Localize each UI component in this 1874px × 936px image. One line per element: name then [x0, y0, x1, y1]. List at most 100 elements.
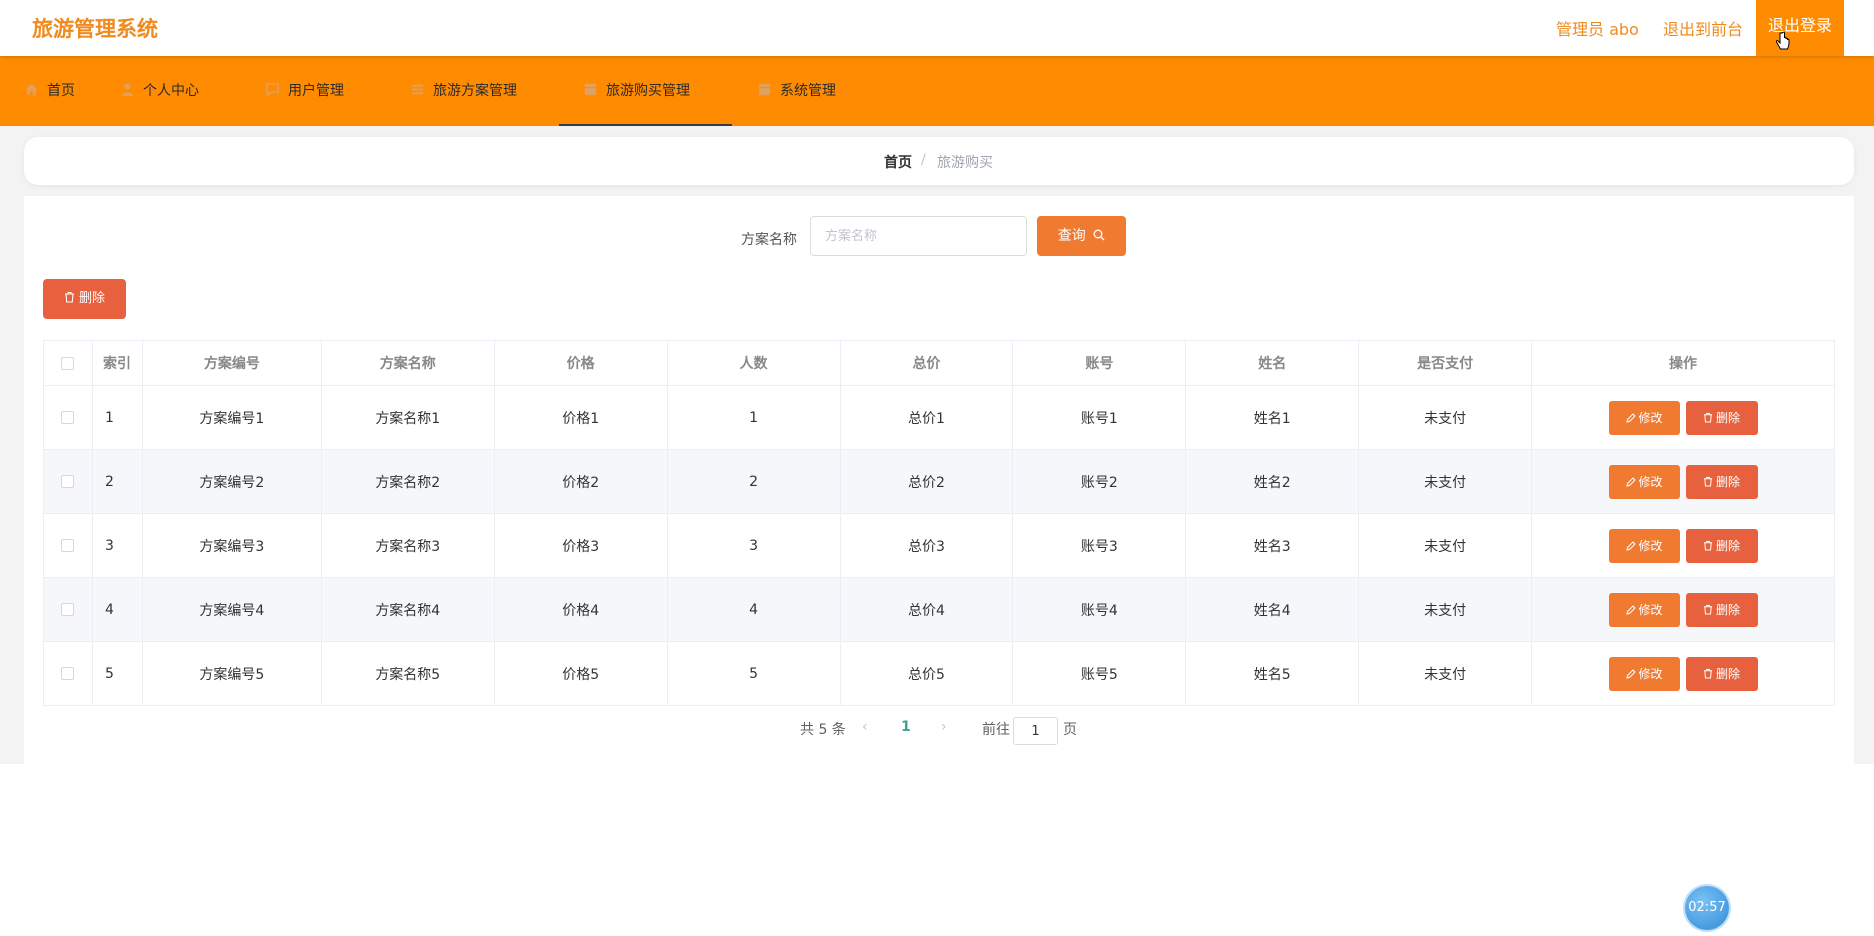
cell-account: 账号3 — [1012, 513, 1187, 578]
nav-item-travel-purchase-management[interactable]: 旅游购买管理 ⌄ — [559, 56, 732, 126]
cell-paid: 未支付 — [1358, 513, 1533, 578]
cell-plan-no: 方案编号2 — [142, 449, 322, 514]
cell-actions: 修改 删除 — [1531, 641, 1835, 706]
cell-name: 姓名2 — [1185, 449, 1360, 514]
nav-label-system-management: 系统管理 — [780, 83, 836, 99]
edit-label: 修改 — [1638, 602, 1663, 617]
edit-icon — [1625, 540, 1636, 551]
edit-button[interactable]: 修改 — [1608, 400, 1680, 435]
list-icon — [411, 84, 424, 95]
row-select-cell — [43, 641, 93, 706]
delete-label: 删除 — [1716, 602, 1741, 617]
search-button[interactable]: 查询 — [1037, 216, 1126, 256]
cell-plan-name: 方案名称4 — [321, 577, 495, 642]
cell-account: 账号4 — [1012, 577, 1187, 642]
admin-user-label[interactable]: 管理员 abo — [1556, 16, 1639, 40]
breadcrumb-home[interactable]: 首页 — [884, 152, 912, 172]
row-checkbox[interactable] — [61, 475, 75, 488]
nav-item-home[interactable]: 首页 — [24, 56, 75, 126]
delete-button[interactable]: 删除 — [1685, 656, 1758, 691]
nav-item-system-management[interactable]: 系统管理 ⌄ — [757, 56, 850, 126]
cell-actions: 修改 删除 — [1531, 449, 1835, 514]
row-select-cell — [43, 513, 93, 578]
chevron-down-icon: ⌄ — [696, 87, 705, 98]
trash-icon — [1703, 476, 1713, 487]
delete-button[interactable]: 删除 — [1685, 528, 1758, 563]
cell-total: 总价4 — [840, 577, 1014, 642]
column-header: 人数 — [666, 340, 841, 386]
nav-item-travel-plan-management[interactable]: 旅游方案管理 — [410, 56, 517, 126]
edit-button[interactable]: 修改 — [1608, 592, 1680, 627]
prev-page-icon[interactable]: ‹ — [862, 719, 868, 735]
row-checkbox[interactable] — [61, 539, 75, 552]
edit-label: 修改 — [1638, 538, 1663, 553]
cell-name: 姓名5 — [1185, 641, 1360, 706]
trash-icon — [1703, 540, 1713, 551]
nav-item-user-management[interactable]: 用户管理 ⌄ — [265, 56, 358, 126]
brand-title: 旅游管理系统 — [32, 17, 158, 41]
edit-icon — [1625, 412, 1636, 423]
cell-actions: 修改 删除 — [1531, 577, 1835, 642]
column-header: 方案编号 — [141, 340, 322, 386]
edit-button[interactable]: 修改 — [1608, 464, 1680, 499]
edit-icon — [1625, 476, 1636, 487]
page-number-current[interactable]: 1 — [901, 719, 911, 735]
row-checkbox[interactable] — [61, 411, 75, 424]
edit-label: 修改 — [1638, 410, 1663, 425]
column-header: 方案名称 — [320, 340, 495, 386]
table-row: 1 方案编号1 方案名称1 价格1 1 总价1 账号1 姓名1 未支付 修改 删除 — [43, 385, 1835, 450]
cell-plan-name: 方案名称3 — [321, 513, 495, 578]
delete-button[interactable]: 删除 — [1685, 592, 1758, 627]
row-checkbox[interactable] — [61, 603, 75, 616]
nav-item-personal-center[interactable]: 个人中心 ⌄ — [120, 56, 213, 126]
bulk-delete-button[interactable]: 删除 — [43, 279, 126, 319]
delete-label: 删除 — [1716, 666, 1741, 681]
nav-label-user-management: 用户管理 — [288, 83, 344, 99]
cell-actions: 修改 删除 — [1531, 513, 1835, 578]
cell-index: 5 — [92, 641, 143, 706]
cell-index: 3 — [92, 513, 143, 578]
column-header: 账号 — [1012, 340, 1187, 386]
table-row: 4 方案编号4 方案名称4 价格4 4 总价4 账号4 姓名4 未支付 修改 删除 — [43, 577, 1835, 642]
cell-paid: 未支付 — [1358, 385, 1533, 450]
edit-button[interactable]: 修改 — [1608, 528, 1680, 563]
nav-label-travel-purchase-management: 旅游购买管理 — [606, 83, 690, 99]
cell-paid: 未支付 — [1358, 577, 1533, 642]
delete-button[interactable]: 删除 — [1685, 400, 1758, 435]
cell-plan-no: 方案编号1 — [142, 385, 322, 450]
bulk-delete-label: 删除 — [78, 291, 105, 306]
main-nav: 首页 个人中心 ⌄ 用户管理 ⌄ 旅游方案管理 旅游购买管理 ⌄ 系统管理 ⌄ — [0, 56, 1874, 126]
top-bar: 旅游管理系统 管理员 abo 退出到前台 退出登录 — [0, 0, 1874, 56]
exit-to-front-link[interactable]: 退出到前台 — [1663, 16, 1743, 40]
goto-page-input[interactable]: 1 — [1013, 717, 1058, 745]
table-row: 3 方案编号3 方案名称3 价格3 3 总价3 账号3 姓名3 未支付 修改 删除 — [43, 513, 1835, 578]
cell-account: 账号5 — [1012, 641, 1187, 706]
nav-label-personal-center: 个人中心 — [143, 83, 199, 99]
cell-account: 账号1 — [1012, 385, 1187, 450]
select-all-checkbox[interactable] — [61, 356, 75, 370]
cell-total: 总价3 — [840, 513, 1014, 578]
search-button-label: 查询 — [1057, 228, 1086, 244]
delete-button[interactable]: 删除 — [1685, 464, 1758, 499]
row-checkbox[interactable] — [61, 667, 75, 680]
cell-plan-no: 方案编号5 — [142, 641, 322, 706]
column-header: 价格 — [493, 340, 668, 386]
edit-button[interactable]: 修改 — [1608, 656, 1680, 691]
cell-people: 5 — [667, 641, 841, 706]
next-page-icon[interactable]: › — [941, 719, 947, 735]
search-input[interactable] — [810, 216, 1027, 256]
cell-price: 价格1 — [494, 385, 668, 450]
nav-label-home: 首页 — [47, 83, 75, 99]
grid-icon — [758, 83, 771, 96]
cell-index: 2 — [92, 449, 143, 514]
cell-plan-name: 方案名称1 — [321, 385, 495, 450]
logout-button[interactable]: 退出登录 — [1756, 0, 1844, 56]
cell-account: 账号2 — [1012, 449, 1187, 514]
column-header: 索引 — [91, 340, 143, 386]
chevron-down-icon: ⌄ — [205, 87, 214, 98]
delete-label: 删除 — [1716, 474, 1741, 489]
cell-index: 1 — [92, 385, 143, 450]
chat-icon — [266, 83, 279, 97]
row-select-cell — [43, 577, 93, 642]
cell-name: 姓名3 — [1185, 513, 1360, 578]
